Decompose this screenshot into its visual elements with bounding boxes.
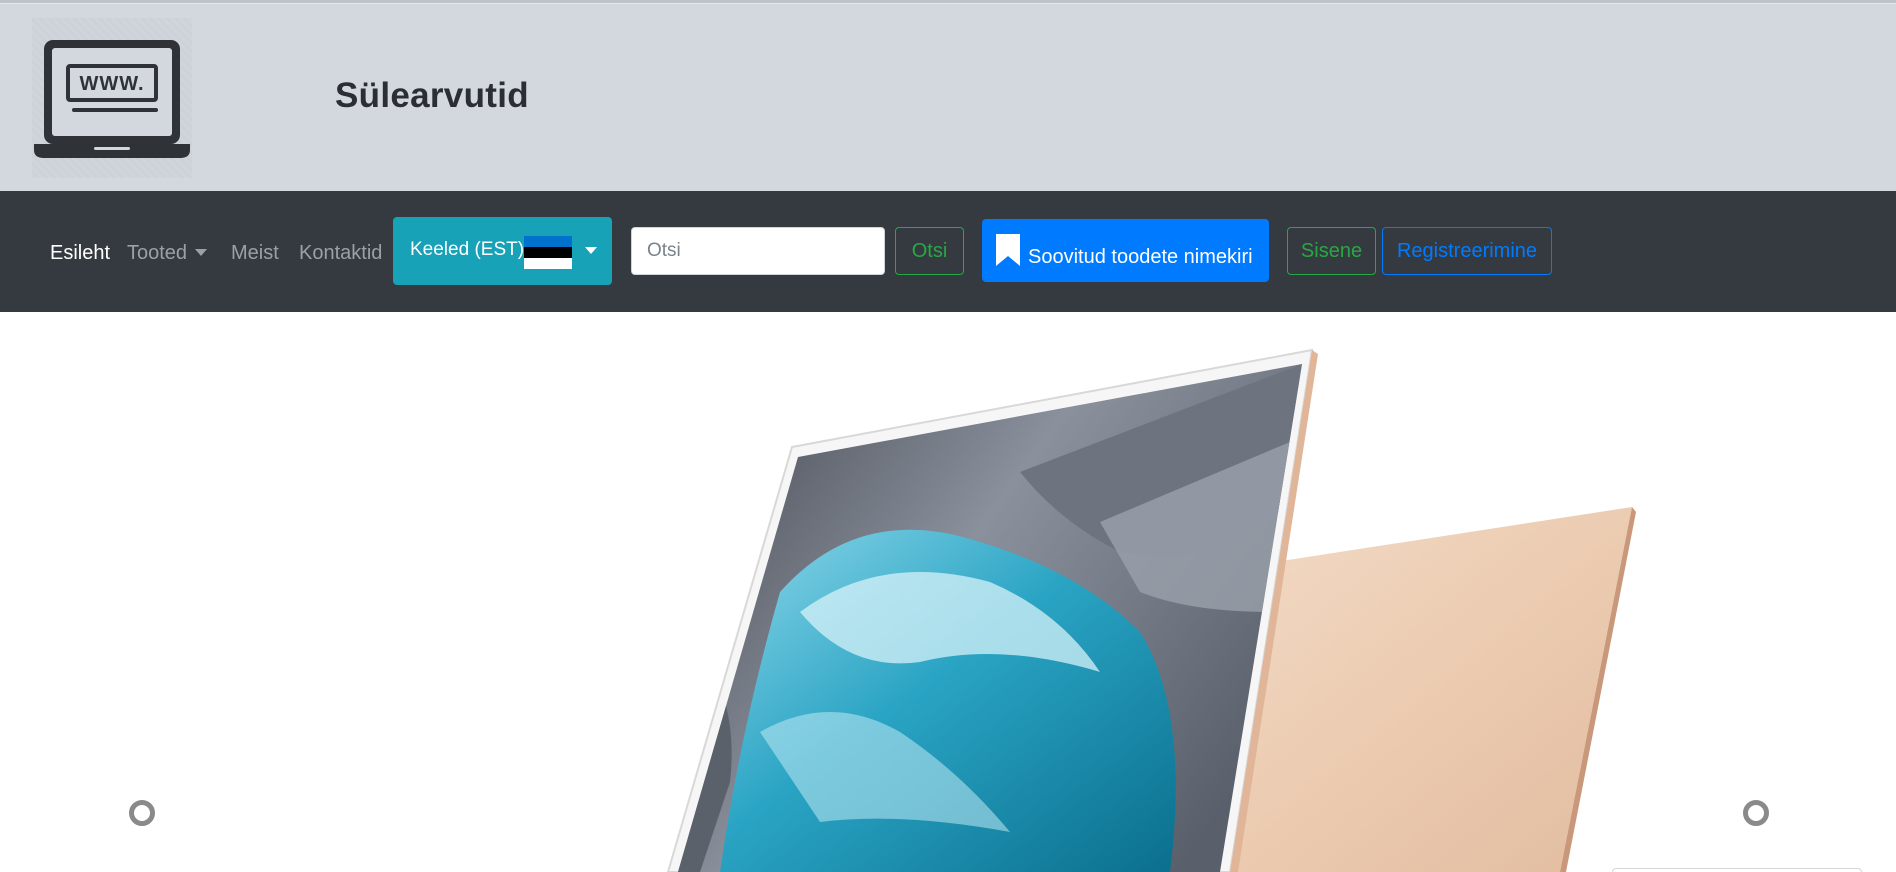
chevron-down-icon — [195, 248, 208, 256]
nav-item-contacts[interactable]: Kontaktid — [299, 242, 382, 265]
circle-prev-icon[interactable] — [129, 800, 155, 826]
register-button[interactable]: Registreerimine — [1382, 227, 1552, 275]
bookmark-icon — [996, 234, 1020, 266]
language-dropdown-button[interactable]: Keeled (EST) — [393, 217, 612, 285]
floating-panel-edge — [1612, 868, 1862, 872]
main-navbar: Esileht Tooted Meist Kontaktid Keeled (E… — [0, 191, 1896, 312]
product-carousel — [0, 312, 1896, 872]
nav-item-products-label: Tooted — [127, 242, 188, 264]
search-button[interactable]: Otsi — [895, 227, 964, 275]
nav-item-products[interactable]: Tooted — [127, 242, 208, 265]
nav-item-about[interactable]: Meist — [231, 242, 279, 265]
estonia-flag-icon — [524, 236, 572, 269]
page-title: Sülearvutid — [335, 76, 529, 115]
search-input[interactable] — [631, 227, 885, 275]
site-logo[interactable]: WWW. — [32, 18, 192, 178]
laptop-photo — [666, 348, 1636, 872]
logo-text: WWW. — [79, 73, 144, 95]
language-button-label: Keeled (EST) — [410, 239, 525, 260]
recommended-list-label: Soovitud toodete nimekiri — [1028, 246, 1253, 268]
chevron-down-icon — [585, 247, 597, 254]
circle-next-icon[interactable] — [1743, 800, 1769, 826]
recommended-list-button[interactable]: Soovitud toodete nimekiri — [982, 219, 1269, 282]
nav-item-home[interactable]: Esileht — [50, 242, 110, 265]
laptop-www-icon: WWW. — [34, 40, 190, 158]
login-button[interactable]: Sisene — [1287, 227, 1376, 275]
site-header: WWW. Sülearvutid — [0, 4, 1896, 191]
